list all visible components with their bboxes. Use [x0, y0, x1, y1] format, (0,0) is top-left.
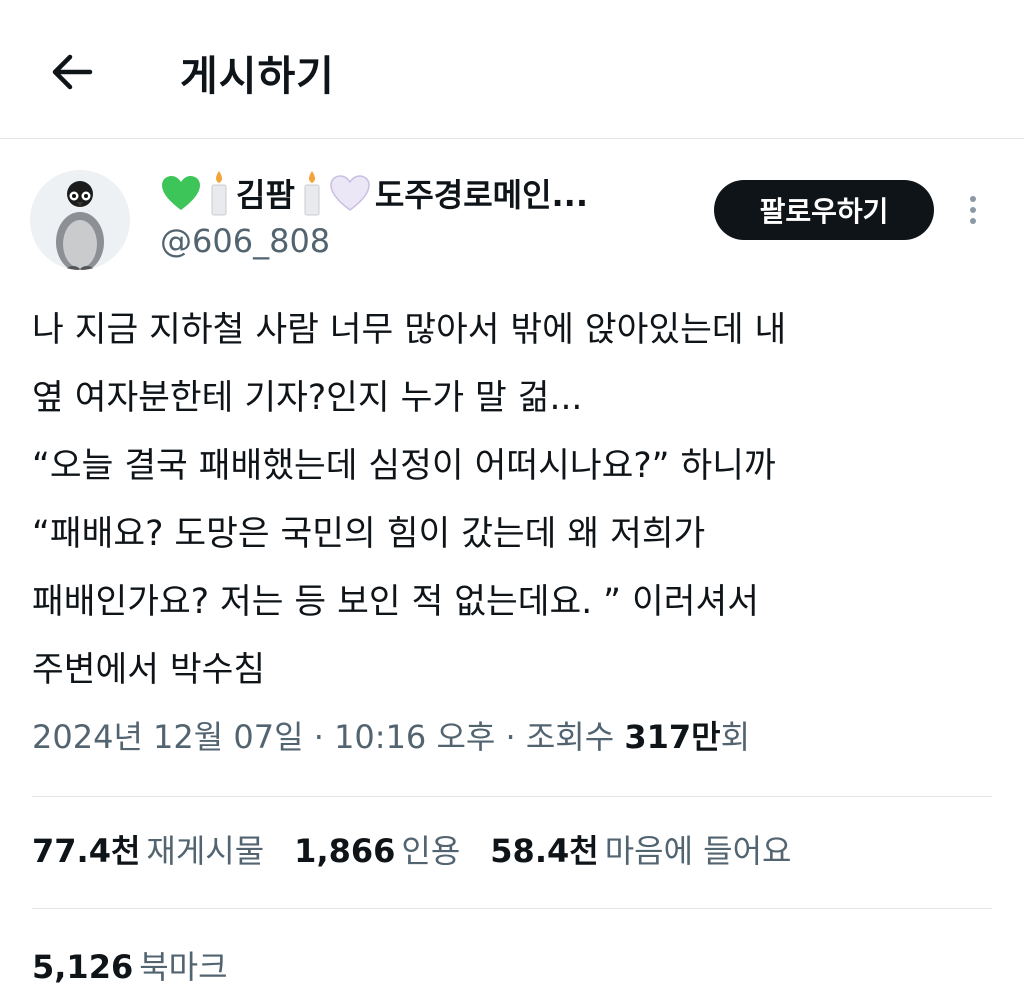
author-name-suffix: 도주경로메인...: [374, 176, 588, 214]
author-name[interactable]: 김팜 도주경로메인...: [160, 168, 592, 218]
bookmarks-stat[interactable]: 5,126 북마크: [32, 942, 228, 988]
reposts-stat[interactable]: 77.4천 재게시물: [32, 826, 264, 872]
tweet-line: 주변에서 박수침: [32, 650, 266, 690]
tweet-time[interactable]: 10:16 오후: [334, 718, 495, 756]
header-divider: [0, 138, 1024, 139]
more-vertical-icon[interactable]: [958, 188, 988, 232]
bookmarks-label: 북마크: [139, 948, 228, 986]
tweet-text: 나 지금 지하철 사람 너무 많아서 밖에 앉아있는데 내 옆 여자분한테 기자…: [32, 296, 1007, 704]
quotes-label: 인용: [401, 832, 461, 870]
author-handle[interactable]: @606_808: [160, 222, 330, 260]
dot: [970, 196, 976, 202]
candle-icon: [299, 169, 325, 217]
tweet-meta: 2024년 12월 07일 · 10:16 오후 · 조회수 317만회: [32, 712, 750, 758]
likes-count: 58.4천: [490, 832, 599, 870]
quotes-count: 1,866: [294, 832, 396, 870]
tweet-line: “패배요? 도망은 국민의 힘이 갔는데 왜 저희가: [32, 514, 706, 554]
top-bar: 게시하기: [0, 0, 1024, 138]
avatar[interactable]: [30, 170, 130, 270]
tweet-line: 패배인가요? 저는 등 보인 적 없는데요. ” 이러셔서: [32, 582, 759, 622]
bookmarks-count: 5,126: [32, 948, 134, 986]
likes-stat[interactable]: 58.4천 마음에 들어요: [490, 826, 791, 872]
dot: [970, 207, 976, 213]
meta-separator: ·: [303, 718, 335, 756]
penguin-avatar-icon: [30, 170, 130, 270]
tweet-line: “오늘 결국 패배했는데 심정이 어떠시나요?” 하니까: [32, 446, 776, 486]
candle-icon: [206, 169, 232, 217]
reposts-label: 재게시물: [146, 832, 265, 870]
back-button[interactable]: [40, 40, 104, 104]
views-suffix: 회: [720, 718, 751, 756]
green-heart-icon: [160, 174, 202, 212]
author-display-name: 김팜: [236, 176, 295, 214]
stats-divider: [32, 908, 992, 909]
follow-button[interactable]: 팔로우하기: [714, 180, 934, 240]
meta-separator: ·: [495, 718, 526, 756]
views-count: 317만: [624, 718, 721, 756]
tweet-date[interactable]: 2024년 12월 07일: [32, 718, 304, 756]
engagement-stats: 77.4천 재게시물 1,866 인용 58.4천 마음에 들어요: [32, 826, 822, 872]
reposts-count: 77.4천: [32, 832, 141, 870]
page-title: 게시하기: [180, 52, 335, 100]
dot: [970, 218, 976, 224]
quotes-stat[interactable]: 1,866 인용: [294, 826, 460, 872]
tweet-line: 옆 여자분한테 기자?인지 누가 말 걺...: [32, 378, 583, 418]
likes-label: 마음에 들어요: [604, 832, 792, 870]
tweet-line: 나 지금 지하철 사람 너무 많아서 밖에 앉아있는데 내: [32, 310, 787, 350]
meta-divider: [32, 796, 992, 797]
views-label: 조회수: [525, 718, 625, 756]
arrow-left-icon: [52, 54, 93, 90]
white-heart-icon: [329, 174, 371, 212]
